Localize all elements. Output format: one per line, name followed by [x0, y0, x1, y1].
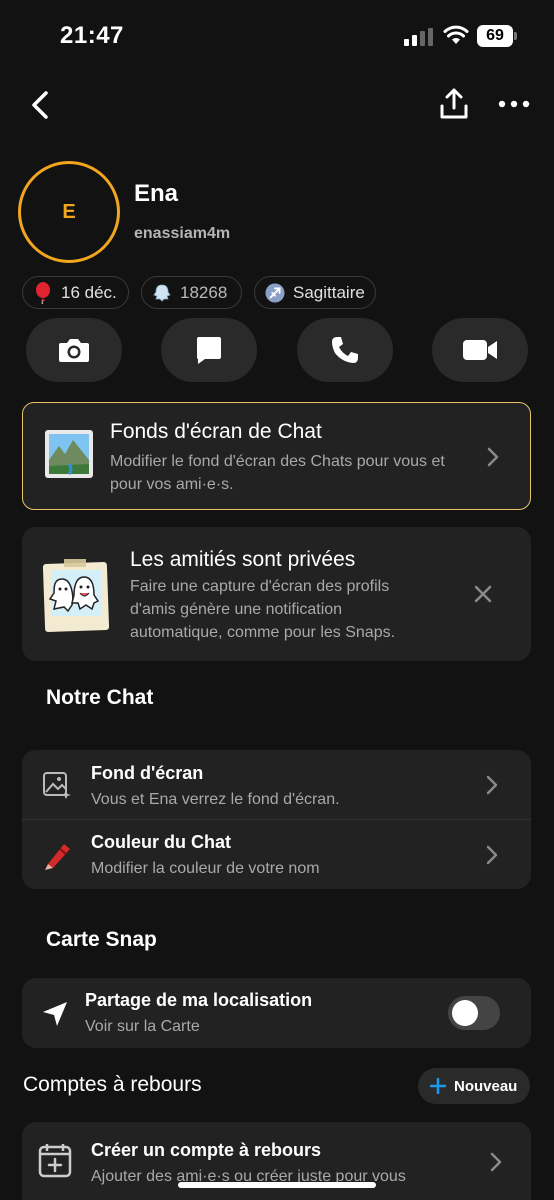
crayon-icon [45, 844, 70, 870]
status-time: 21:47 [60, 22, 124, 49]
birthday-label: 16 déc. [61, 282, 117, 302]
share-icon[interactable] [436, 86, 472, 122]
chat-color-row-subtitle: Modifier la couleur de votre nom [91, 860, 320, 877]
countdowns-heading: Comptes à rebours [23, 1073, 202, 1096]
chevron-right-icon [486, 845, 498, 865]
location-arrow-icon [43, 1002, 67, 1026]
our-chat-card: Fond d'écran Vous et Ena verrez le fond … [22, 750, 531, 889]
wifi-icon [443, 25, 469, 44]
balloon-icon [33, 281, 53, 304]
landscape-picture-icon [45, 430, 93, 478]
wallpaper-row-title: Fond d'écran [91, 763, 204, 783]
ghost-icon [152, 283, 172, 303]
avatar-initial: E [62, 200, 76, 223]
zodiac-label: Sagittaire [293, 282, 365, 302]
plus-icon [430, 1078, 446, 1094]
chevron-right-icon [490, 1152, 502, 1172]
sagittarius-icon [265, 282, 285, 303]
wallpaper-row[interactable]: Fond d'écran Vous et Ena verrez le fond … [22, 750, 531, 819]
cell-signal-icon [404, 28, 434, 46]
friendship-card-title: Les amitiés sont privées [130, 548, 356, 571]
chat-color-row-title: Couleur du Chat [91, 832, 231, 852]
more-dots-icon[interactable] [496, 92, 532, 116]
birthday-chip[interactable]: 16 déc. [22, 276, 129, 309]
location-sharing-subtitle: Voir sur la Carte [85, 1018, 200, 1035]
create-countdown-row[interactable]: Créer un compte à rebours Ajouter des am… [22, 1122, 531, 1200]
location-sharing-toggle[interactable] [448, 996, 500, 1030]
calendar-add-icon [38, 1144, 72, 1178]
wallpaper-sparkle-icon [43, 772, 71, 799]
close-icon[interactable] [474, 585, 492, 603]
camera-button[interactable] [26, 318, 122, 382]
wallpaper-card-subtitle: Modifier le fond d'écran des Chats pour … [110, 453, 445, 493]
battery-level: 69 [477, 25, 513, 47]
zodiac-chip[interactable]: Sagittaire [254, 276, 376, 309]
wallpaper-row-subtitle: Vous et Ena verrez le fond d'écran. [91, 791, 340, 808]
profile-name: Ena [134, 180, 179, 207]
wallpaper-card-title: Fonds d'écran de Chat [110, 420, 322, 443]
phone-icon [332, 337, 358, 363]
home-indicator[interactable] [178, 1182, 376, 1188]
chat-color-row[interactable]: Couleur du Chat Modifier la couleur de v… [22, 820, 531, 889]
friendship-card-subtitle: Faire une capture d'écran des profils d'… [130, 578, 396, 641]
chevron-left-icon[interactable] [26, 88, 54, 122]
battery-indicator: 69 [477, 25, 517, 47]
camera-icon [59, 339, 89, 362]
our-chat-heading: Notre Chat [46, 686, 154, 709]
new-countdown-button[interactable]: Nouveau [418, 1068, 530, 1104]
video-icon [463, 340, 497, 360]
chevron-right-icon [487, 447, 499, 467]
call-button[interactable] [297, 318, 393, 382]
chat-button[interactable] [161, 318, 257, 382]
video-call-button[interactable] [432, 318, 528, 382]
location-sharing-title: Partage de ma localisation [85, 990, 313, 1010]
profile-username: enassiam4m [134, 225, 231, 242]
avatar[interactable]: E [18, 161, 120, 263]
chevron-right-icon [486, 775, 498, 795]
friendship-privacy-card: Les amitiés sont privées Faire une captu… [22, 527, 531, 661]
chat-icon [197, 337, 221, 364]
snap-map-heading: Carte Snap [46, 928, 157, 951]
snapscore-chip[interactable]: 18268 [141, 276, 242, 309]
snapscore-label: 18268 [180, 282, 228, 302]
new-countdown-label: Nouveau [454, 1077, 518, 1095]
chat-wallpaper-card[interactable]: Fonds d'écran de Chat Modifier le fond d… [22, 402, 531, 510]
polaroid-ghosts-icon [42, 559, 110, 632]
create-countdown-title: Créer un compte à rebours [91, 1140, 322, 1160]
